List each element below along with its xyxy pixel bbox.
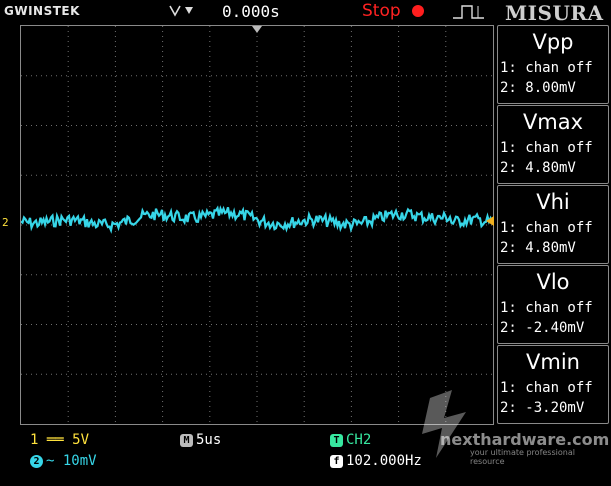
measurement-title: Vlo [536, 270, 570, 294]
ch1-settings[interactable]: 1 ══ 5V [30, 432, 89, 448]
measurement-ch1-value: 1: chan off [500, 300, 593, 316]
measurement-panel: Vpp 1: chan off 2: 8.00mV Vmax 1: chan o… [497, 25, 611, 425]
frequency-readout: f 102.000Hz [330, 453, 422, 469]
trigger-position-marker [252, 26, 262, 33]
measurement-title: Vpp [532, 30, 574, 54]
measurement-ch2-value: 2: 8.00mV [500, 80, 576, 96]
measurement-ch2-value: 2: 4.80mV [500, 160, 576, 176]
ch2-trace-path [21, 205, 493, 234]
waveform-display[interactable] [20, 25, 494, 425]
measurement-ch2-value: 2: 4.80mV [500, 240, 576, 256]
run-stop-status[interactable]: Stop [362, 1, 401, 21]
misura-logo: MISURA [505, 1, 604, 25]
rising-edge-icon [452, 4, 486, 24]
trigger-settings[interactable]: T CH2 [330, 432, 371, 448]
measurement-ch1-value: 1: chan off [500, 60, 593, 76]
measurement-ch1-value: 1: chan off [500, 380, 593, 396]
timebase-settings[interactable]: M 5us [180, 432, 221, 448]
trigger-source: CH2 [346, 432, 372, 448]
ac-coupling-icon: ~ [46, 453, 55, 469]
measurement-title: Vmin [526, 350, 580, 374]
measurement-ch1-value: 1: chan off [500, 140, 593, 156]
ch1-volts-div: 5V [72, 432, 90, 448]
ch2-waveform-trace [21, 205, 493, 234]
watermark-tagline: your ultimate professional resource [470, 448, 575, 466]
measurement-title: Vmax [522, 110, 584, 134]
trigger-badge: T [330, 434, 343, 447]
stop-dot-icon [412, 5, 424, 17]
ch2-settings[interactable]: 2 ~ 10mV [30, 453, 97, 469]
measurement-box-vmax[interactable]: Vmax 1: chan off 2: 4.80mV [497, 105, 609, 184]
measurement-box-vmin[interactable]: Vmin 1: chan off 2: -3.20mV [497, 345, 609, 424]
top-status-bar: GWINSTEK 0.000s Stop MISURA [0, 0, 611, 25]
trigger-level-marker [486, 216, 494, 226]
measurement-box-vhi[interactable]: Vhi 1: chan off 2: 4.80mV [497, 185, 609, 264]
frequency-value: 102.000Hz [346, 453, 422, 469]
trigger-slope-icon [168, 3, 208, 23]
frequency-badge: f [330, 455, 343, 468]
ch2-badge: 2 [30, 455, 43, 468]
ch1-number: 1 [30, 432, 39, 448]
dc-coupling-icon: ══ [46, 432, 64, 448]
measurement-ch2-value: 2: -2.40mV [500, 320, 585, 336]
measurement-box-vpp[interactable]: Vpp 1: chan off 2: 8.00mV [497, 25, 609, 104]
ch2-volts-div: 10mV [62, 453, 97, 469]
measurement-ch2-value: 2: -3.20mV [500, 400, 585, 416]
ch2-ground-marker: 2 [2, 216, 9, 229]
timebase-badge: M [180, 434, 193, 447]
time-offset-readout: 0.000s [222, 2, 280, 21]
measurement-ch1-value: 1: chan off [500, 220, 593, 236]
measurement-title: Vhi [536, 190, 570, 214]
timebase-value: 5us [196, 432, 222, 448]
watermark-site: nexthardware.com [440, 430, 610, 449]
brand-label: GWINSTEK [4, 4, 80, 18]
measurement-box-vlo[interactable]: Vlo 1: chan off 2: -2.40mV [497, 265, 609, 344]
